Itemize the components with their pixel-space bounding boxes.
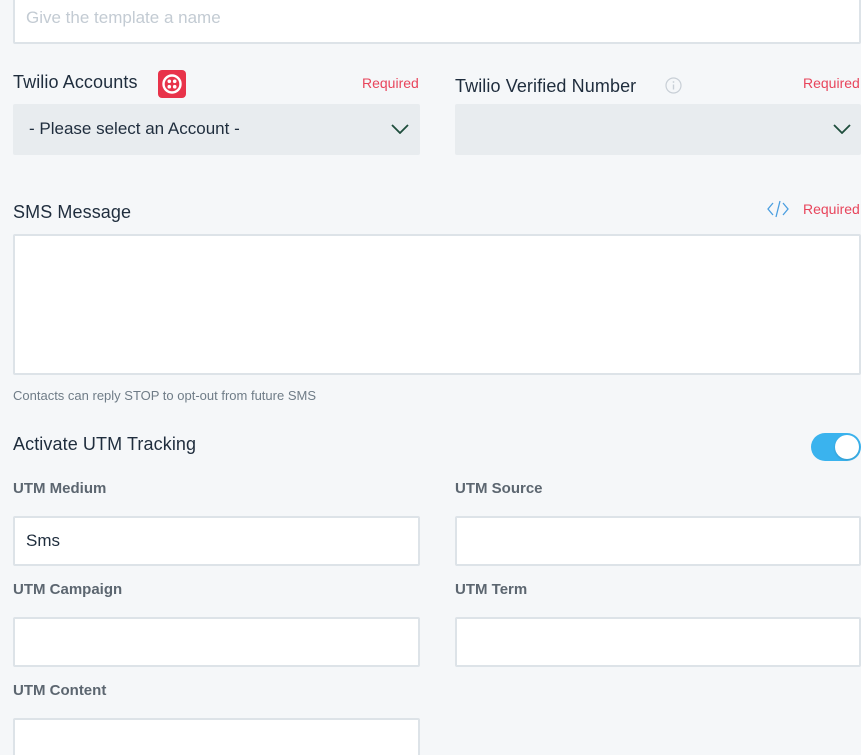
sms-opt-out-helper-text: Contacts can reply STOP to opt-out from … [13, 388, 316, 403]
sms-message-textarea[interactable] [13, 234, 861, 375]
twilio-account-selected-value: - Please select an Account - [29, 119, 240, 138]
utm-tracking-label: Activate UTM Tracking [13, 434, 197, 454]
utm-content-label: UTM Content [13, 682, 107, 699]
sms-template-form: Twilio Accounts Required - Please select… [0, 0, 861, 755]
utm-tracking-toggle[interactable] [811, 433, 861, 461]
twilio-account-select[interactable]: - Please select an Account - [13, 104, 420, 155]
twilio-accounts-label: Twilio Accounts [13, 72, 138, 92]
toggle-knob [835, 435, 859, 459]
utm-campaign-input[interactable] [13, 617, 420, 667]
utm-term-label: UTM Term [455, 581, 528, 598]
verified-number-required: Required [803, 75, 860, 91]
utm-campaign-label: UTM Campaign [13, 581, 123, 598]
info-icon[interactable] [665, 77, 682, 94]
utm-medium-input[interactable] [13, 516, 420, 566]
utm-content-input[interactable] [13, 718, 420, 755]
sms-message-required: Required [803, 201, 860, 217]
verified-number-select[interactable] [455, 104, 861, 155]
twilio-accounts-required: Required [362, 75, 419, 91]
template-name-input[interactable] [13, 0, 861, 44]
chevron-down-icon [833, 124, 851, 134]
utm-source-input[interactable] [455, 516, 861, 566]
twilio-logo-icon [158, 70, 186, 98]
sms-message-label: SMS Message [13, 202, 132, 222]
chevron-down-icon [391, 124, 409, 134]
verified-number-label: Twilio Verified Number [455, 76, 637, 96]
utm-term-input[interactable] [455, 617, 861, 667]
code-icon[interactable] [767, 200, 789, 218]
utm-medium-label: UTM Medium [13, 480, 107, 497]
utm-source-label: UTM Source [455, 480, 543, 497]
